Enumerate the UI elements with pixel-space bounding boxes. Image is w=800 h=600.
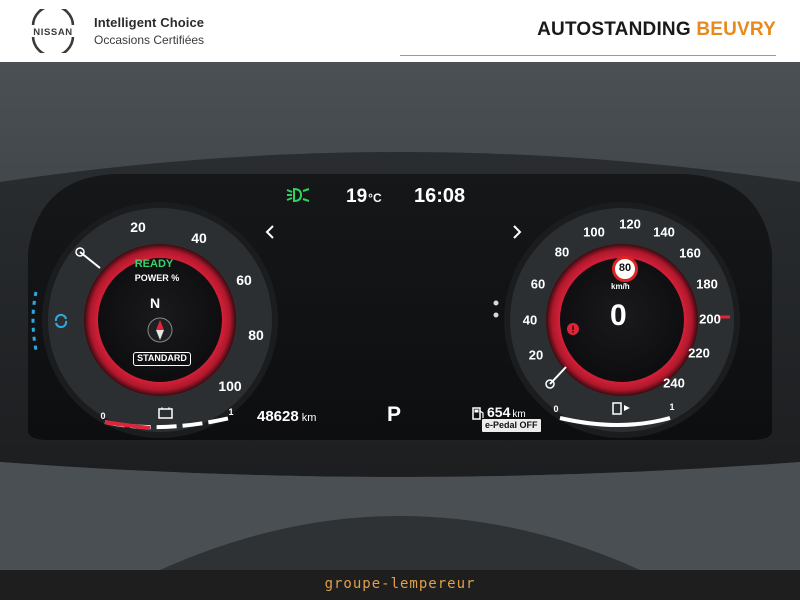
speed-tick-label: 180: [696, 276, 718, 292]
gear-indicator: P: [387, 403, 402, 426]
power-tick-label: 20: [130, 219, 146, 235]
odometer-value: 48628: [257, 408, 299, 425]
temperature-unit: °C: [368, 191, 382, 205]
odometer: 48628 km: [257, 408, 316, 425]
dealer-name-main: AUTOSTANDING: [537, 19, 691, 40]
headlight-indicator-icon: [286, 187, 310, 203]
chevron-right-icon: [513, 225, 522, 239]
footer-brand: groupe-lempereur: [324, 576, 476, 592]
speed-value: 0: [610, 299, 627, 332]
ready-indicator: READY: [134, 258, 174, 270]
speed-tick-label: 40: [522, 312, 538, 328]
outside-temperature: 19°C: [346, 186, 382, 208]
speed-tick-label: 240: [663, 375, 685, 391]
nissan-logo: NISSAN: [25, 9, 81, 53]
battery-scale-max: 1: [228, 407, 234, 417]
page-footer: groupe-lempereur: [0, 570, 800, 600]
brand-title: Intelligent Choice: [94, 15, 205, 30]
speed-tick-label: 140: [653, 224, 675, 240]
dealer-name: AUTOSTANDING BEUVRY: [537, 19, 776, 41]
brake-warning-icon: [567, 323, 579, 335]
odometer-unit: km: [301, 412, 317, 424]
eco-icon: [54, 313, 68, 329]
instrument-cluster-photo: 20 40 60 80 100 20 40 60 80 100 120 140 …: [0, 62, 800, 570]
speed-limit-sign: 80: [612, 256, 638, 282]
fuel-gauge-pump-icon: [612, 402, 630, 415]
fuel-pump-icon: [472, 407, 484, 420]
power-tick-label: 80: [248, 327, 264, 343]
clock: 16:08: [414, 185, 466, 207]
battery-scale-min: 0: [100, 411, 106, 421]
page-header: NISSAN Intelligent Choice Occasions Cert…: [0, 0, 800, 62]
fuel-scale-max: 1: [669, 402, 675, 412]
speed-tick-label: 20: [528, 347, 544, 363]
brand-text: Intelligent Choice Occasions Certifiées: [94, 15, 204, 47]
speed-unit: km/h: [611, 282, 630, 291]
dealer-name-city: BEUVRY: [696, 19, 776, 40]
speed-tick-label: 60: [530, 276, 546, 292]
power-tick-label: 40: [191, 230, 207, 246]
chevron-left-icon: [265, 225, 274, 239]
speed-tick-label: 80: [554, 244, 570, 260]
speed-tick-label: 100: [583, 224, 605, 240]
speed-tick-label: 220: [688, 345, 710, 361]
drive-mode-badge: STANDARD: [133, 352, 191, 366]
range: 654 km: [487, 404, 526, 420]
speed-tick-label: 160: [679, 245, 701, 261]
power-tick-label: 60: [236, 272, 252, 288]
brand-subtitle: Occasions Certifiées: [94, 33, 205, 47]
speed-tick-label: 200: [699, 311, 721, 327]
power-tick-label: 100: [218, 378, 242, 394]
speed-tick-label: 120: [619, 216, 641, 232]
compass-heading: N: [150, 295, 161, 311]
logo-text: NISSAN: [33, 27, 73, 38]
compass-icon: [147, 317, 173, 343]
range-value: 654: [487, 404, 511, 420]
battery-charge-icon: [158, 407, 173, 419]
dealer-underline: [400, 55, 776, 56]
power-label: POWER %: [134, 273, 180, 283]
cluster-scene: [0, 152, 800, 570]
temperature-value: 19: [346, 186, 368, 207]
epedal-status: e-Pedal OFF: [482, 419, 541, 432]
fuel-scale-min: 0: [553, 404, 559, 414]
